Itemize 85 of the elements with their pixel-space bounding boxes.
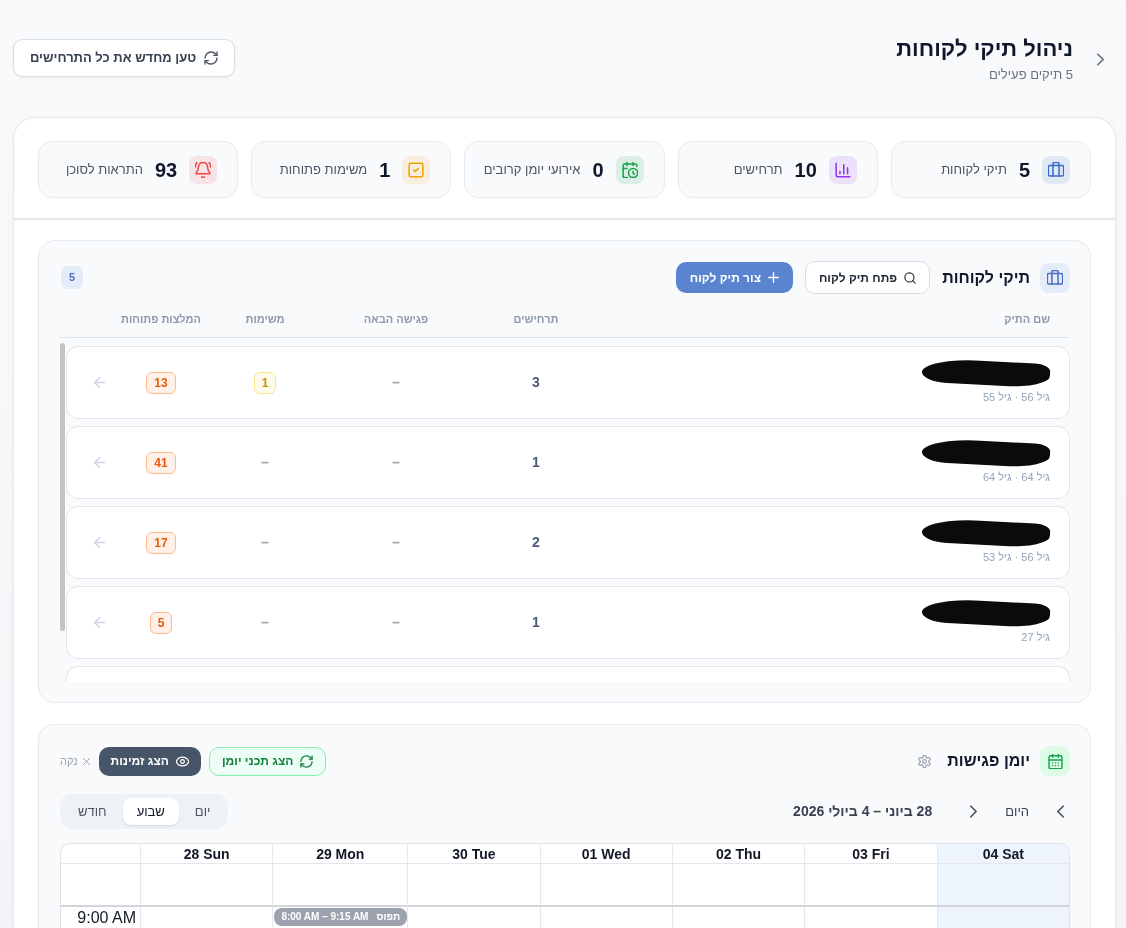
event-time: 8:00 AM – 9:15 AM <box>281 911 369 923</box>
next-meeting-text: – <box>392 453 400 472</box>
chevron-right-icon[interactable] <box>970 805 978 818</box>
today-button[interactable]: היום <box>1005 801 1029 822</box>
day-header[interactable]: 29 Mon <box>272 844 408 864</box>
stat-value: 5 <box>1018 157 1030 183</box>
refresh-icon <box>204 51 219 65</box>
search-icon <box>904 271 917 284</box>
open-portfolio-button[interactable]: פתח תיק לקוח <box>804 261 931 294</box>
event-title: תפוס <box>376 911 401 923</box>
column-header: משימות <box>245 312 285 326</box>
recommendation-count-badge: 13 <box>146 371 176 394</box>
recommendation-count-badge: 41 <box>146 451 176 474</box>
all-day-cell[interactable] <box>936 864 1069 907</box>
calendar-icon <box>1040 746 1070 776</box>
scrollbar-thumb[interactable] <box>60 343 65 631</box>
view-tab[interactable]: שבוע <box>122 798 179 825</box>
stat-label: אירועי יומן קרובים <box>483 160 581 179</box>
all-day-cell[interactable] <box>671 864 805 907</box>
date-range: 28 ביוני – 4 ביולי 2026 <box>793 802 933 821</box>
portfolio-row[interactable] <box>66 666 1070 682</box>
briefcase-icon <box>1040 262 1070 293</box>
chevron-left-icon[interactable] <box>1057 805 1064 818</box>
plus-icon <box>767 272 779 283</box>
next-meeting-text: – <box>392 533 400 552</box>
scenario-count: 3 <box>532 373 540 392</box>
task-count-badge: 1 <box>253 371 277 394</box>
close-icon <box>82 757 90 765</box>
day-header[interactable]: 03 Fri <box>804 844 937 864</box>
arrow-left-icon[interactable] <box>93 617 105 628</box>
all-day-cell[interactable] <box>140 864 273 907</box>
stat-label: משימות פתוחות <box>279 160 368 179</box>
time-label: 9:00 AM <box>76 908 137 927</box>
arrow-left-icon[interactable] <box>93 537 105 548</box>
next-meeting-text: – <box>392 613 400 632</box>
stat-value: 10 <box>794 157 817 183</box>
column-header: המלצות פתוחות <box>121 312 201 326</box>
scenario-count: 2 <box>532 533 540 552</box>
day-header[interactable]: 01 Wed <box>539 844 672 864</box>
view-tab[interactable]: חודש <box>64 798 121 825</box>
scenario-count: 1 <box>532 613 540 632</box>
refresh-icon <box>300 754 314 768</box>
portfolio-ages: גיל 27 <box>1021 630 1050 644</box>
stat-label: התראות לסוכן <box>65 160 143 179</box>
create-portfolio-button[interactable]: צור תיק לקוח <box>675 262 793 293</box>
stat-label: תרחישים <box>733 160 783 179</box>
section-title: יומן פגישות <box>947 751 1030 771</box>
day-header[interactable]: 04 Sat <box>936 844 1069 864</box>
show-calendar-content-button[interactable]: הצג תכני יומן <box>208 746 327 776</box>
section-title: תיקי לקוחות <box>942 267 1030 288</box>
eye-icon <box>175 754 189 768</box>
stat-value: 93 <box>154 157 178 183</box>
next-meeting-text: – <box>392 373 400 392</box>
arrow-left-icon[interactable] <box>93 457 105 468</box>
portfolio-ages: גיל 64 · גיל 64 <box>982 470 1050 484</box>
stat-value: 0 <box>592 157 604 183</box>
day-header[interactable]: 30 Tue <box>407 844 540 864</box>
chevron-right-icon[interactable] <box>1097 53 1104 66</box>
column-header: פגישה הבאה <box>363 312 429 326</box>
all-day-cell[interactable] <box>804 864 937 907</box>
empty-dash: – <box>261 453 269 472</box>
arrow-left-icon[interactable] <box>93 377 105 388</box>
recommendation-count-badge: 17 <box>146 531 176 554</box>
page-subtitle: 5 תיקים פעילים <box>988 67 1073 83</box>
calendar-cell[interactable] <box>936 907 1069 928</box>
show-availability-button[interactable]: הצג זמינות <box>98 746 201 776</box>
reload-button[interactable]: טען מחדש את כל התרחישים <box>13 39 236 77</box>
view-tab[interactable]: יום <box>180 798 225 825</box>
settings-icon[interactable] <box>918 754 932 768</box>
column-header: שם התיק <box>1004 312 1050 326</box>
recommendation-count-badge: 5 <box>149 611 173 634</box>
portfolio-ages: גיל 56 · גיל 53 <box>982 550 1050 564</box>
day-header[interactable]: 28 Sun <box>140 844 273 864</box>
count-badge: 5 <box>61 266 84 289</box>
portfolio-ages: גיל 56 · גיל 55 <box>982 390 1050 404</box>
empty-dash: – <box>261 533 269 552</box>
all-day-cell[interactable] <box>407 864 540 907</box>
all-day-cell[interactable] <box>539 864 672 907</box>
day-header[interactable]: 02 Thu <box>671 844 805 864</box>
column-header: תרחישים <box>513 312 559 326</box>
empty-dash: – <box>261 613 269 632</box>
scenario-count: 1 <box>532 453 540 472</box>
stat-label: תיקי לקוחות <box>941 160 1007 179</box>
page-title: ניהול תיקי לקוחות <box>896 36 1073 62</box>
stat-value: 1 <box>379 157 391 183</box>
